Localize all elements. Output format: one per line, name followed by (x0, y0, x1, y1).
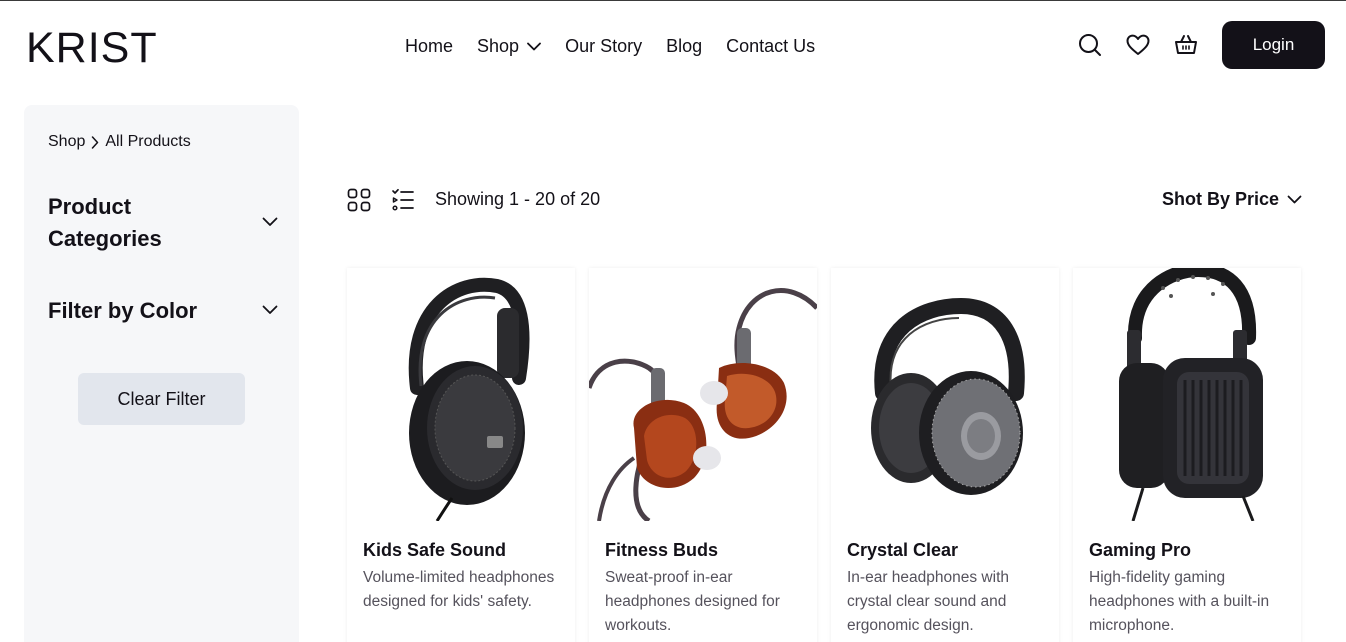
chevron-down-icon (1287, 195, 1302, 204)
nav-blog-label: Blog (666, 35, 703, 56)
chevron-down-icon (262, 214, 278, 232)
product-name[interactable]: Fitness Buds (605, 540, 718, 561)
login-button[interactable]: Login (1222, 21, 1325, 69)
product-grid: Kids Safe Sound Volume-limited headphone… (347, 268, 1315, 642)
product-card[interactable]: Crystal Clear In-ear headphones with cry… (831, 268, 1059, 642)
nav-our-story-label: Our Story (565, 35, 643, 56)
nav-shop[interactable]: Shop (477, 36, 541, 57)
product-name[interactable]: Crystal Clear (847, 540, 958, 561)
listing-toolbar: Showing 1 - 20 of 20 Shot By Price (347, 186, 1302, 214)
breadcrumb-current: All Products (105, 133, 191, 150)
clear-filter-button[interactable]: Clear Filter (78, 373, 245, 425)
search-icon[interactable] (1077, 32, 1103, 58)
breadcrumb: Shop All Products (48, 133, 191, 151)
product-image (1073, 268, 1301, 521)
product-card[interactable]: Fitness Buds Sweat-proof in-ear headphon… (589, 268, 817, 642)
results-count: Showing 1 - 20 of 20 (435, 189, 601, 209)
chevron-down-icon (527, 42, 541, 51)
product-image (589, 268, 817, 521)
nav-our-story[interactable]: Our Story (565, 36, 642, 57)
nav-home[interactable]: Home (405, 36, 453, 57)
filter-title: Filter by Color (48, 298, 198, 323)
sort-label: Shot By Price (1161, 189, 1279, 209)
chevron-right-icon (91, 135, 99, 149)
nav-shop-label: Shop (477, 35, 520, 56)
sort-dropdown[interactable]: Shot By Price (1162, 189, 1302, 210)
heart-icon[interactable] (1125, 32, 1151, 58)
product-description: Volume-limited headphones designed for k… (363, 569, 555, 610)
basket-icon[interactable] (1173, 32, 1199, 58)
nav-blog[interactable]: Blog (666, 36, 702, 57)
product-name[interactable]: Gaming Pro (1089, 540, 1191, 561)
breadcrumb-shop[interactable]: Shop (48, 133, 85, 151)
filter-by-color[interactable]: Filter by Color (48, 295, 278, 327)
filter-title: Product Categories (48, 194, 162, 251)
product-image (347, 268, 575, 521)
list-view-icon[interactable] (391, 188, 415, 217)
product-description: In-ear headphones with crystal clear sou… (847, 569, 1010, 634)
main-nav: Home Shop Our Story Blog Contact Us (405, 34, 839, 58)
header-actions (1077, 32, 1221, 58)
logo[interactable]: KRIST (26, 24, 158, 72)
product-card[interactable]: Gaming Pro High-fidelity gaming headphon… (1073, 268, 1301, 642)
product-description: High-fidelity gaming headphones with a b… (1089, 569, 1270, 634)
product-card[interactable]: Kids Safe Sound Volume-limited headphone… (347, 268, 575, 642)
product-image (831, 268, 1059, 521)
filter-product-categories[interactable]: Product Categories (48, 191, 278, 255)
filter-sidebar: Shop All Products Product Categories Fil… (24, 105, 299, 642)
product-name[interactable]: Kids Safe Sound (363, 540, 506, 561)
product-description: Sweat-proof in-ear headphones designed f… (605, 569, 780, 634)
nav-home-label: Home (405, 35, 454, 56)
nav-contact-us-label: Contact Us (726, 35, 816, 56)
top-border (0, 0, 1346, 1)
grid-view-icon[interactable] (347, 188, 371, 217)
chevron-down-icon (262, 302, 278, 320)
nav-contact-us[interactable]: Contact Us (726, 36, 815, 57)
